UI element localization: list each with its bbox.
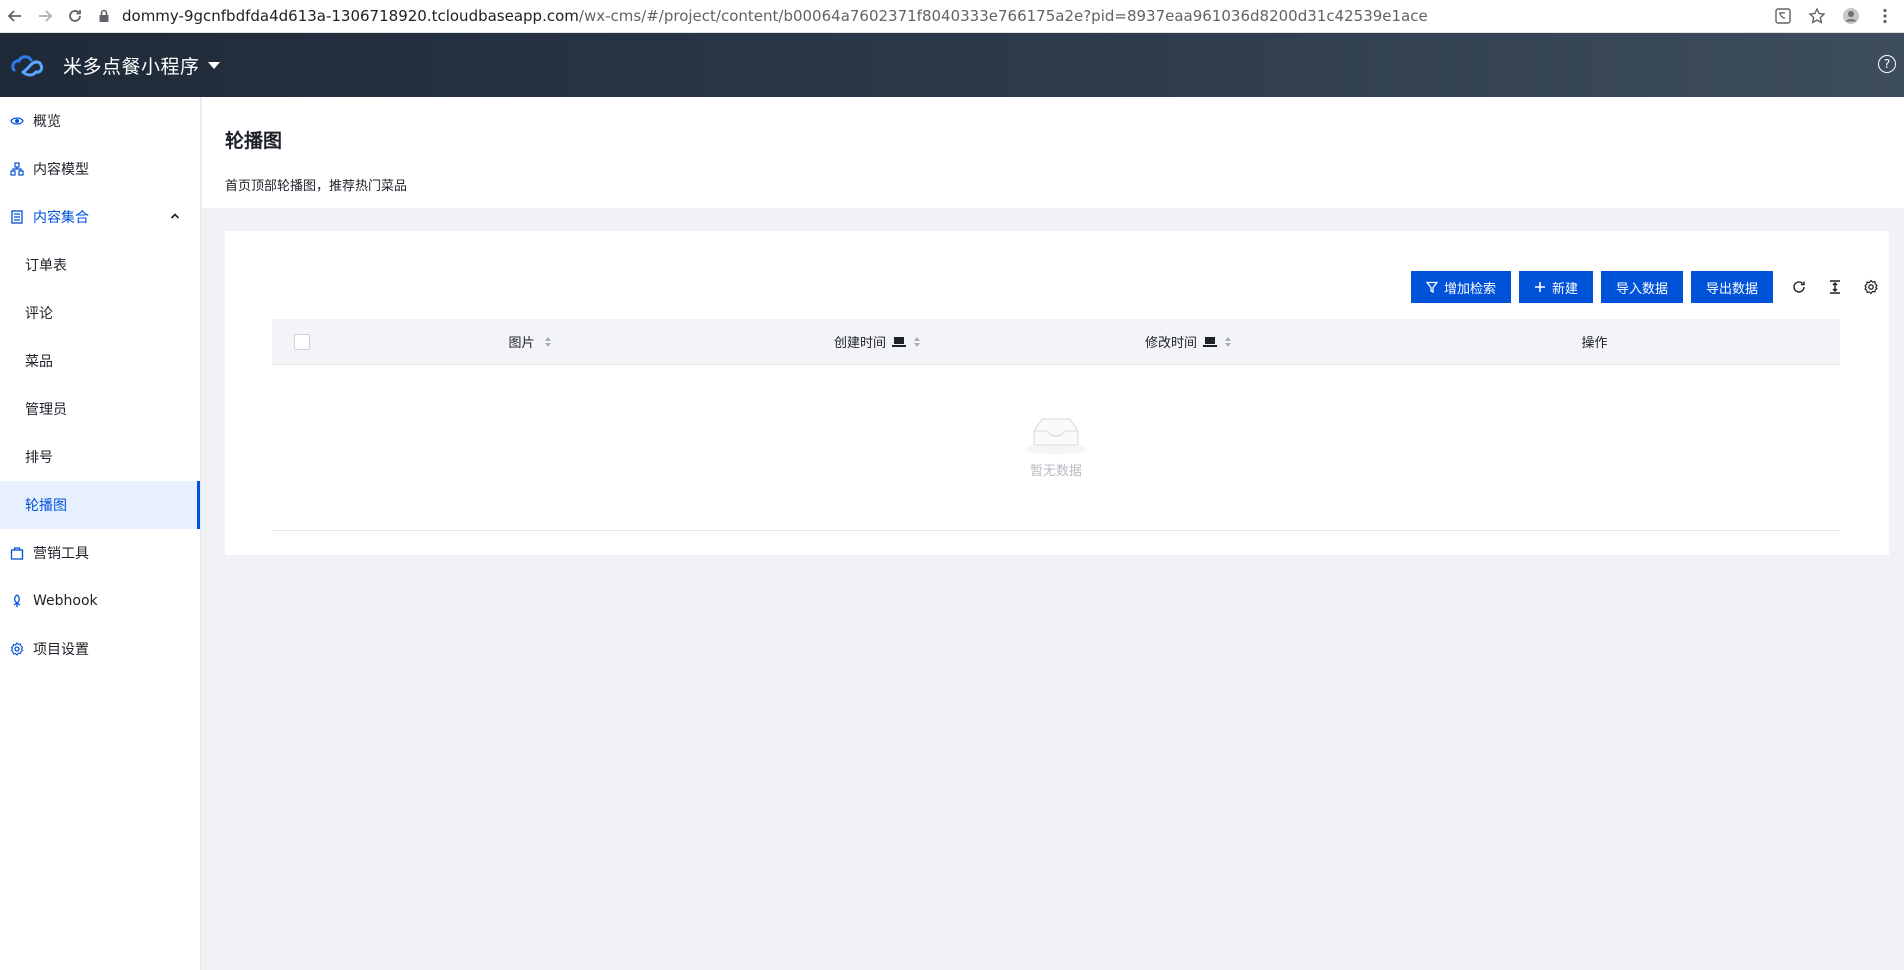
help-icon[interactable]: ?	[1878, 55, 1896, 73]
sidebar-item-label: 内容集合	[33, 210, 89, 226]
bookmark-star-icon[interactable]	[1802, 1, 1832, 31]
main-content: 轮播图 首页顶部轮播图，推荐热门菜品 增加检索 新建 导入数据 导出数据 图片 …	[202, 97, 1904, 970]
data-table: 图片 创建时间 修改时间 操作 暂无数据	[272, 319, 1840, 531]
column-label: 图片	[508, 336, 535, 351]
column-label: 修改时间	[1144, 336, 1197, 351]
row-density-icon[interactable]	[1817, 271, 1853, 303]
laptop-icon	[892, 337, 906, 347]
lock-icon	[99, 9, 109, 22]
eye-icon	[10, 117, 24, 125]
forward-icon[interactable]	[30, 1, 60, 31]
sidebar-item-label: 概览	[33, 114, 61, 130]
page-header: 轮播图 首页顶部轮播图，推荐热门菜品	[202, 97, 1904, 208]
empty-text: 暂无数据	[1029, 464, 1082, 479]
column-header-modified-time[interactable]: 修改时间	[1027, 319, 1349, 364]
sidebar-item-overview[interactable]: 概览	[0, 97, 200, 145]
select-all-cell	[272, 319, 332, 364]
export-data-button[interactable]: 导出数据	[1690, 271, 1773, 303]
refresh-icon[interactable]	[1781, 271, 1817, 303]
project-switcher[interactable]: 米多点餐小程序	[63, 52, 200, 79]
column-label: 创建时间	[833, 336, 886, 351]
sidebar-item-label: 菜品	[25, 354, 53, 370]
table-toolbar: 增加检索 新建 导入数据 导出数据	[1410, 271, 1889, 303]
column-label: 操作	[1581, 336, 1608, 351]
marketing-icon	[10, 547, 24, 560]
reload-icon[interactable]	[60, 1, 90, 31]
sort-icon[interactable]	[1225, 336, 1231, 347]
chevron-up-icon[interactable]	[170, 211, 180, 221]
empty-inbox-icon	[1026, 418, 1086, 454]
import-data-button[interactable]: 导入数据	[1600, 271, 1683, 303]
page-title: 轮播图	[225, 130, 283, 152]
table-header: 图片 创建时间 修改时间 操作	[272, 319, 1840, 365]
sidebar-item-label: 营销工具	[33, 546, 89, 562]
sidebar-item-label: 订单表	[25, 258, 67, 274]
sidebar-item-admins[interactable]: 管理员	[0, 385, 200, 433]
sidebar-item-label: 内容模型	[33, 162, 89, 178]
browser-menu-icon[interactable]	[1870, 1, 1900, 31]
content-card: 增加检索 新建 导入数据 导出数据 图片 创建时间 修改时间 操作 暂无数据	[225, 231, 1889, 555]
url-host: dommy-9gcnfbdfda4d613a-1306718920.tcloud…	[122, 7, 579, 25]
sidebar: 概览 内容模型 内容集合 订单表 评论 菜品 管理员 排号 轮播图 营销工具 W…	[0, 97, 201, 970]
sidebar-item-queue[interactable]: 排号	[0, 433, 200, 481]
back-icon[interactable]	[0, 1, 30, 31]
sidebar-item-label: 管理员	[25, 402, 67, 418]
sidebar-item-webhook[interactable]: Webhook	[0, 577, 200, 625]
address-bar[interactable]: dommy-9gcnfbdfda4d613a-1306718920.tcloud…	[96, 2, 1768, 30]
profile-icon[interactable]	[1836, 1, 1866, 31]
page-description: 首页顶部轮播图，推荐热门菜品	[225, 179, 408, 194]
gear-icon	[10, 642, 24, 656]
sidebar-item-dishes[interactable]: 菜品	[0, 337, 200, 385]
new-button[interactable]: 新建	[1518, 271, 1593, 303]
browser-toolbar: dommy-9gcnfbdfda4d613a-1306718920.tcloud…	[0, 0, 1904, 33]
select-all-checkbox[interactable]	[294, 333, 310, 350]
sidebar-item-label: 项目设置	[33, 642, 89, 658]
empty-state: 暂无数据	[272, 411, 1840, 479]
collection-icon	[11, 210, 23, 224]
sort-icon[interactable]	[914, 336, 920, 347]
sidebar-item-label: Webhook	[33, 593, 98, 609]
settings-icon[interactable]	[1853, 271, 1889, 303]
cloud-logo-icon	[11, 55, 44, 77]
new-label: 新建	[1551, 281, 1578, 297]
column-header-image[interactable]: 图片	[332, 319, 727, 364]
sidebar-item-label: 排号	[25, 450, 53, 466]
app-header: 米多点餐小程序 ?	[0, 33, 1904, 97]
translate-icon[interactable]	[1768, 1, 1798, 31]
filter-icon	[1425, 281, 1438, 293]
column-header-created-time[interactable]: 创建时间	[727, 319, 1027, 364]
sidebar-item-comments[interactable]: 评论	[0, 289, 200, 337]
chevron-down-icon[interactable]	[207, 61, 220, 69]
sidebar-item-marketing[interactable]: 营销工具	[0, 529, 200, 577]
sidebar-item-orders[interactable]: 订单表	[0, 241, 200, 289]
add-filter-button[interactable]: 增加检索	[1410, 271, 1511, 303]
sidebar-item-label: 轮播图	[25, 498, 67, 514]
sidebar-item-content-collection[interactable]: 内容集合	[0, 193, 200, 241]
model-icon	[10, 162, 24, 176]
sidebar-item-content-model[interactable]: 内容模型	[0, 145, 200, 193]
add-filter-label: 增加检索	[1443, 281, 1496, 297]
webhook-icon	[13, 594, 21, 607]
laptop-icon	[1203, 337, 1217, 347]
sidebar-item-label: 评论	[25, 306, 53, 322]
sidebar-item-project-settings[interactable]: 项目设置	[0, 625, 200, 673]
plus-icon	[1534, 282, 1545, 292]
url-path: /wx-cms/#/project/content/b00064a7602371…	[578, 7, 1428, 25]
sidebar-item-carousel[interactable]: 轮播图	[0, 481, 200, 529]
column-header-actions: 操作	[1349, 319, 1840, 364]
table-body: 暂无数据	[272, 365, 1840, 531]
sort-icon[interactable]	[544, 336, 551, 347]
